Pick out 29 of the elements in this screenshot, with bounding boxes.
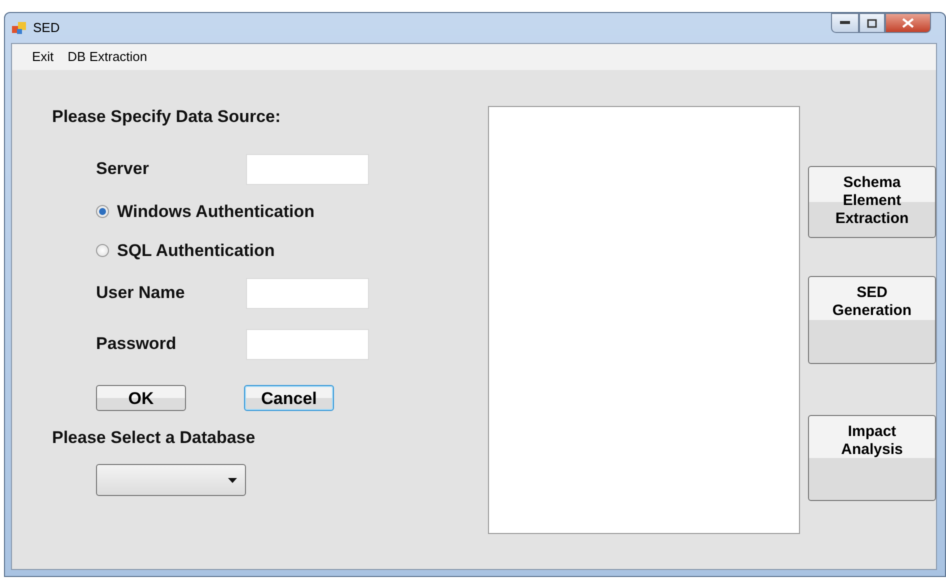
action-button[interactable]: SED Generation	[808, 276, 936, 364]
maximize-icon	[867, 18, 877, 28]
close-button[interactable]	[885, 13, 931, 33]
action-button[interactable]: Schema Element Extraction	[808, 166, 936, 238]
password-input-field[interactable]	[246, 328, 369, 360]
database-dropdown[interactable]	[96, 464, 246, 496]
menu-item[interactable]: DB Extraction	[62, 45, 154, 69]
radio-button[interactable]	[96, 244, 109, 258]
field-label: Password	[96, 333, 178, 356]
radio-button[interactable]	[96, 204, 109, 218]
action-button[interactable]: Impact Analysis	[808, 415, 936, 501]
app-icon	[11, 20, 27, 36]
section-heading: Please Specify Data Source:	[52, 106, 282, 128]
field-label: Server	[96, 158, 150, 180]
maximize-button[interactable]	[859, 13, 885, 33]
server-input-field[interactable]	[246, 154, 369, 184]
radio-label[interactable]: SQL Authentication	[117, 238, 275, 264]
field-label: User Name	[96, 282, 186, 304]
caret-icon	[228, 478, 237, 482]
window-title: SED	[33, 19, 60, 38]
user-name-input-field[interactable]	[246, 278, 369, 308]
cancel-button[interactable]: Cancel	[244, 384, 334, 410]
ok-button[interactable]: OK	[96, 384, 186, 410]
minimize-icon	[840, 21, 850, 25]
close-icon	[902, 18, 914, 28]
section-heading: Please Select a Database	[52, 426, 256, 448]
minimize-button[interactable]	[831, 13, 859, 33]
radio-label[interactable]: Windows Authentication	[117, 198, 315, 224]
menu-item[interactable]: Exit	[26, 45, 60, 69]
